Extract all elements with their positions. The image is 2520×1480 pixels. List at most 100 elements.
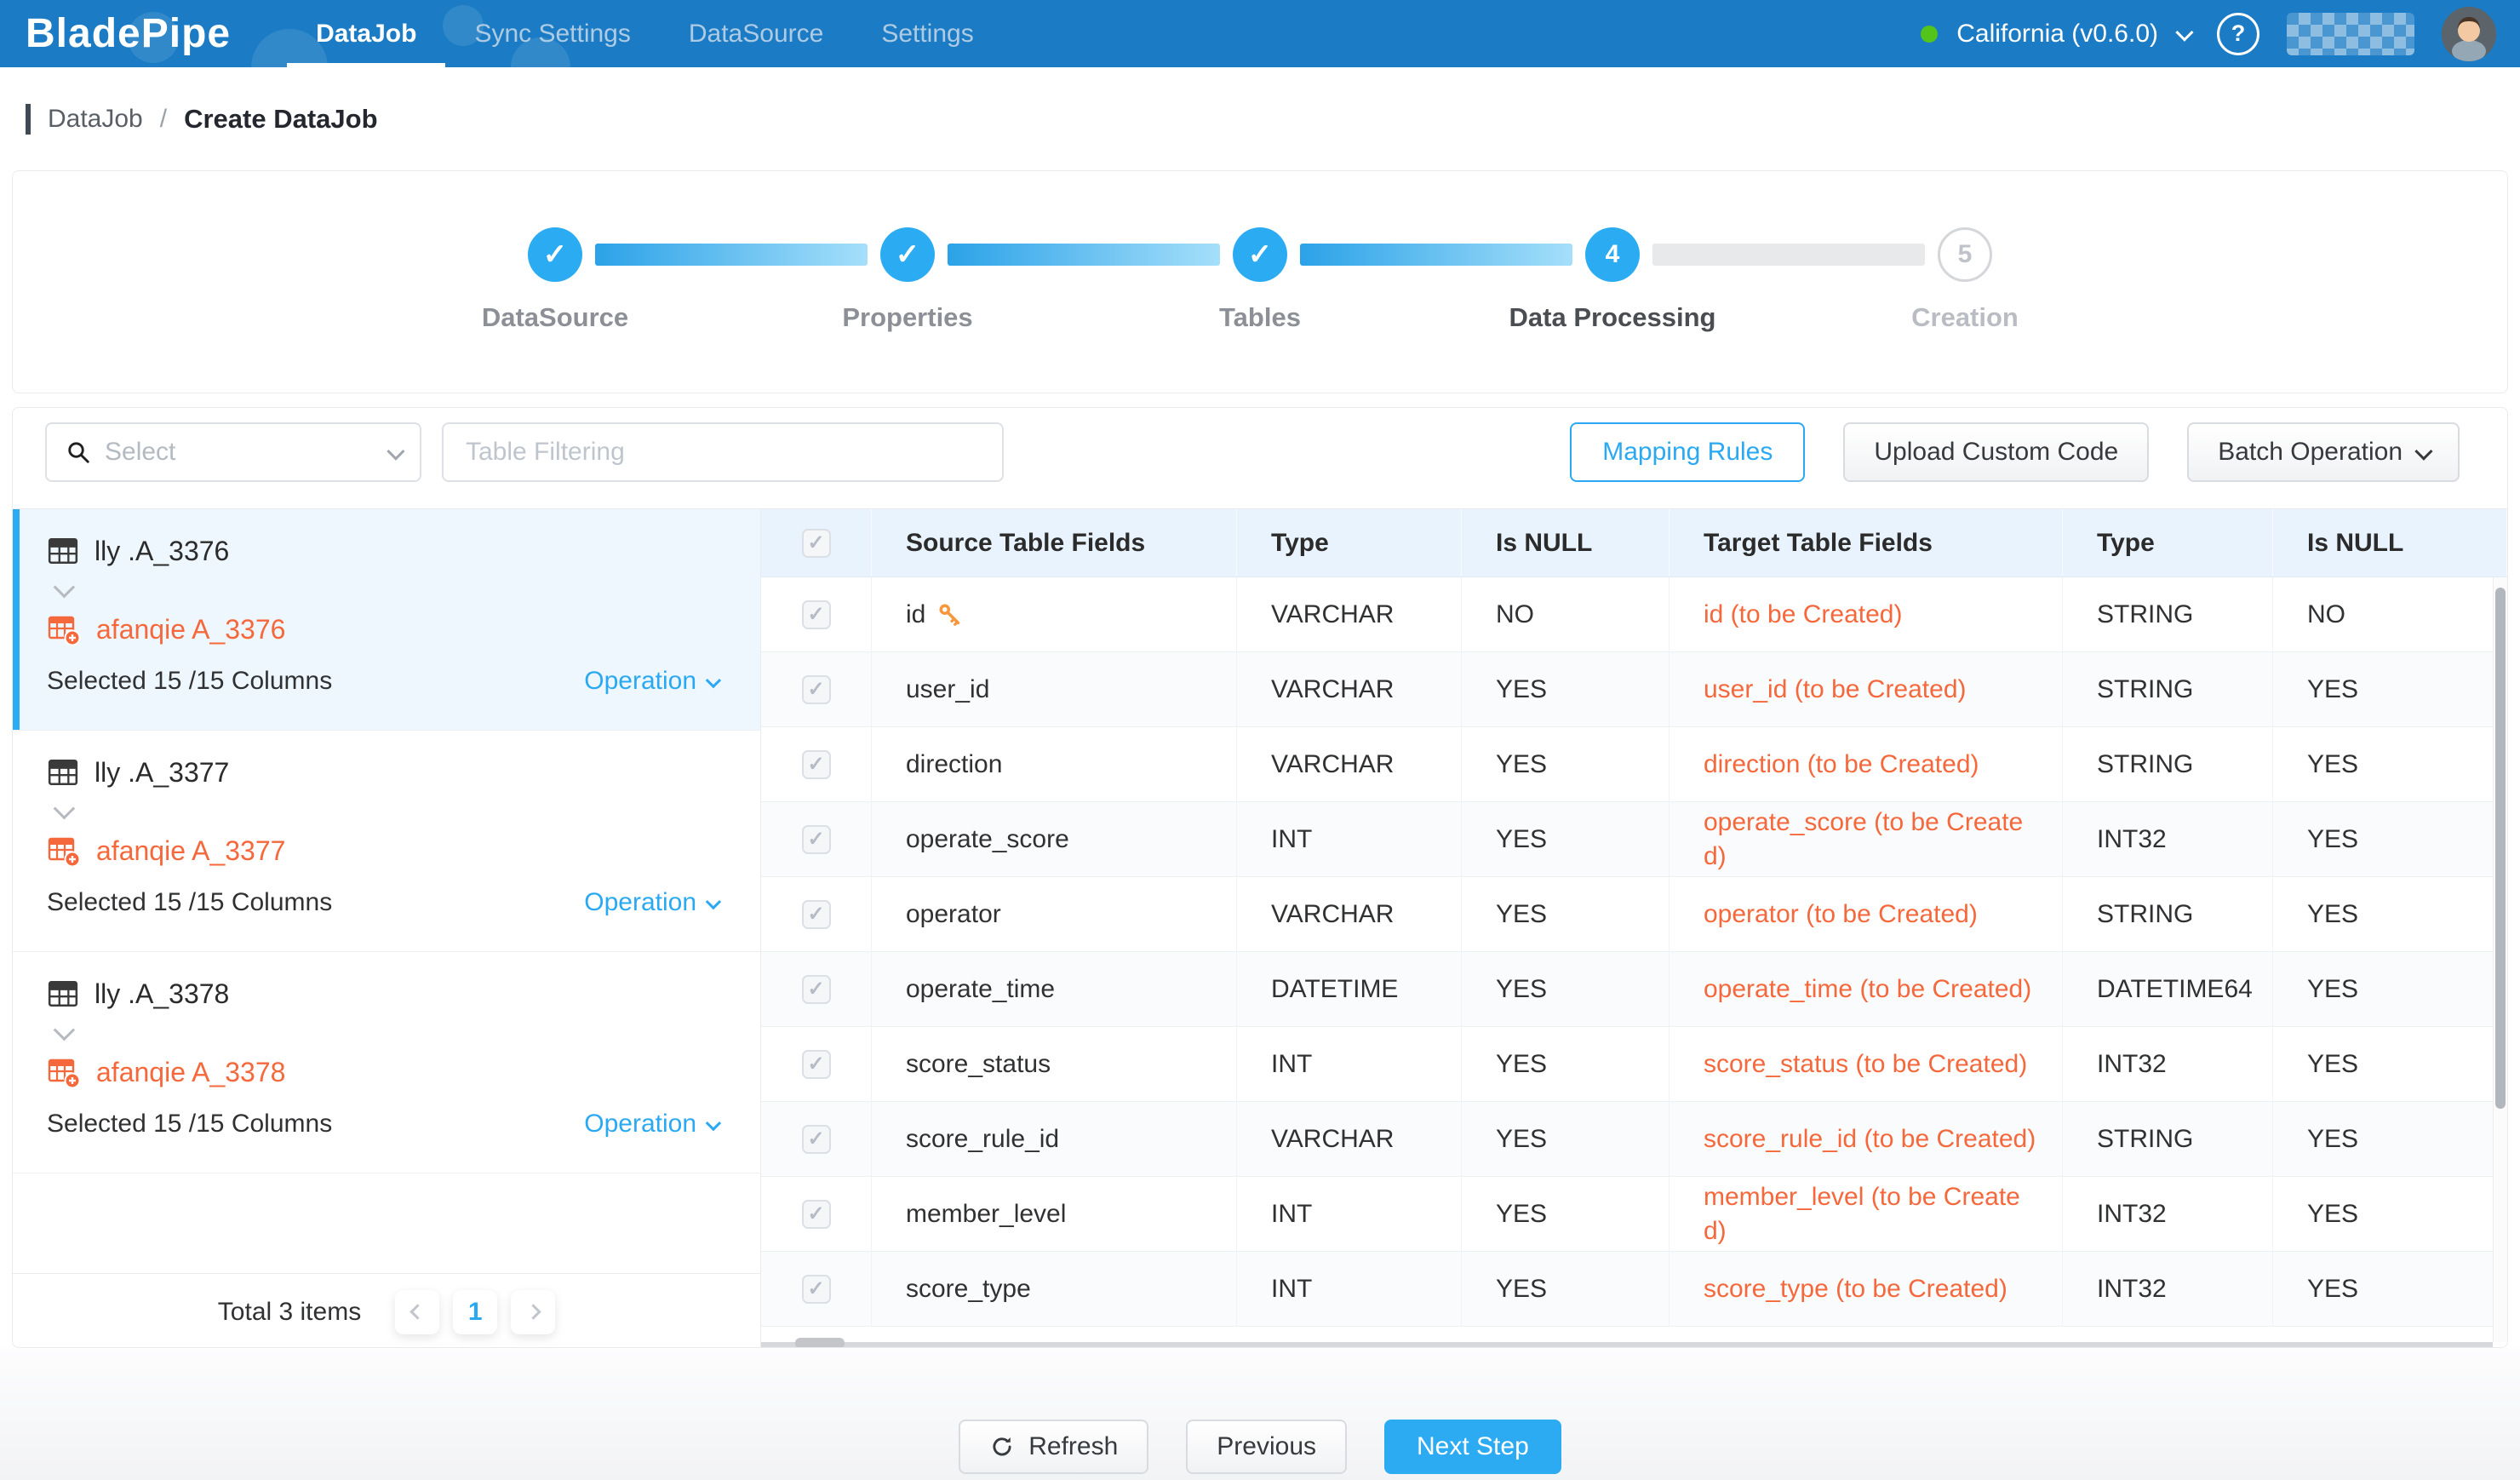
source-table-name: lly .A_3377 <box>94 757 229 789</box>
target-field-cell: score_rule_id (to be Created) <box>1670 1102 2063 1176</box>
target-field-cell: member_level (to be Created) <box>1670 1177 2063 1251</box>
refresh-icon <box>989 1434 1015 1460</box>
refresh-button[interactable]: Refresh <box>959 1420 1148 1474</box>
header-checkbox[interactable] <box>802 529 831 558</box>
source-isnull-cell: YES <box>1462 1252 1670 1326</box>
horizontal-scrollbar <box>761 1342 2493 1348</box>
upload-custom-code-button[interactable]: Upload Custom Code <box>1843 422 2149 482</box>
field-row: operator VARCHAR YES operator (to be Cre… <box>761 877 2507 952</box>
vertical-scrollbar-thumb[interactable] <box>2495 588 2506 1109</box>
nav-item-sync-settings[interactable]: Sync Settings <box>445 0 659 67</box>
source-isnull-cell: YES <box>1462 727 1670 801</box>
row-checkbox[interactable] <box>802 675 831 704</box>
primary-key-icon <box>937 602 963 628</box>
username-blurred[interactable] <box>2287 13 2414 55</box>
header-source-fields: Source Table Fields <box>872 509 1237 577</box>
source-field-name: direction <box>906 750 1002 779</box>
app-logo[interactable]: BladePipe <box>26 10 231 57</box>
target-isnull-cell: YES <box>2273 877 2507 951</box>
operation-dropdown[interactable]: Operation <box>584 1110 718 1139</box>
row-checkbox-cell <box>761 1102 872 1176</box>
nav-item-datajob[interactable]: DataJob <box>287 0 445 67</box>
field-row: score_type INT YES score_type (to be Cre… <box>761 1252 2507 1327</box>
region-label: California (v0.6.0) <box>1956 20 2158 49</box>
next-step-button[interactable]: Next Step <box>1384 1420 1561 1474</box>
page-number-button[interactable]: 1 <box>453 1290 497 1334</box>
batch-operation-button[interactable]: Batch Operation <box>2187 422 2460 482</box>
source-field-cell: operate_time <box>872 952 1237 1026</box>
row-checkbox[interactable] <box>802 900 831 929</box>
vertical-scrollbar <box>2493 577 2507 1342</box>
table-list-item[interactable]: lly .A_3376 afanqie A_3376 Selected 15 /… <box>13 509 760 731</box>
breadcrumb-parent[interactable]: DataJob <box>48 105 143 134</box>
source-field-cell: user_id <box>872 652 1237 726</box>
source-table-name: lly .A_3378 <box>94 978 229 1010</box>
target-table-name: afanqie A_3378 <box>96 1057 285 1088</box>
source-isnull-cell: YES <box>1462 1102 1670 1176</box>
field-row: score_rule_id VARCHAR YES score_rule_id … <box>761 1102 2507 1177</box>
fields-table: Source Table Fields Type Is NULL Target … <box>761 509 2507 1348</box>
next-page-button[interactable] <box>511 1290 555 1334</box>
table-filter-input[interactable] <box>442 422 1004 482</box>
row-checkbox[interactable] <box>802 825 831 854</box>
top-nav: BladePipe DataJob Sync Settings DataSour… <box>0 0 2520 67</box>
target-type-cell: STRING <box>2063 1102 2273 1176</box>
target-isnull-cell: NO <box>2273 577 2507 651</box>
source-isnull-cell: YES <box>1462 877 1670 951</box>
stepper-card: ✓DataSource✓Properties✓Tables4Data Proce… <box>12 170 2508 393</box>
expand-toggle[interactable] <box>55 581 735 600</box>
chevron-down-icon <box>706 1115 721 1130</box>
step-indicator: ✓ <box>1233 227 1287 282</box>
nav-item-settings[interactable]: Settings <box>852 0 1002 67</box>
step-properties: ✓Properties <box>880 227 935 282</box>
toolbar: Select Mapping Rules Upload Custom Code … <box>13 408 2507 482</box>
table-list-item[interactable]: lly .A_3378 afanqie A_3378 Selected 15 /… <box>13 952 760 1173</box>
row-checkbox-cell <box>761 877 872 951</box>
source-isnull-cell: YES <box>1462 952 1670 1026</box>
row-checkbox[interactable] <box>802 750 831 779</box>
row-checkbox[interactable] <box>802 600 831 629</box>
operation-dropdown[interactable]: Operation <box>584 667 718 696</box>
select-dropdown[interactable]: Select <box>45 422 421 482</box>
source-table-icon <box>47 978 79 1010</box>
target-isnull-cell: YES <box>2273 652 2507 726</box>
mapping-rules-button[interactable]: Mapping Rules <box>1570 422 1805 482</box>
nav-right: California (v0.6.0) ? <box>1921 7 2520 61</box>
operation-label: Operation <box>584 1110 696 1139</box>
previous-button[interactable]: Previous <box>1186 1420 1347 1474</box>
expand-toggle[interactable] <box>55 1024 735 1043</box>
breadcrumb: DataJob / Create DataJob <box>0 67 2520 170</box>
prev-page-button[interactable] <box>395 1290 439 1334</box>
operation-label: Operation <box>584 888 696 917</box>
row-checkbox[interactable] <box>802 1275 831 1304</box>
table-list: lly .A_3376 afanqie A_3376 Selected 15 /… <box>13 509 760 1173</box>
chevron-down-icon <box>706 672 721 687</box>
horizontal-scrollbar-thumb[interactable] <box>795 1338 845 1348</box>
source-field-cell: operator <box>872 877 1237 951</box>
source-field-cell: direction <box>872 727 1237 801</box>
row-checkbox-cell <box>761 1252 872 1326</box>
avatar[interactable] <box>2442 7 2496 61</box>
expand-toggle[interactable] <box>55 802 735 822</box>
row-checkbox[interactable] <box>802 1125 831 1154</box>
select-placeholder: Select <box>105 438 175 467</box>
table-list-item[interactable]: lly .A_3377 afanqie A_3377 Selected 15 /… <box>13 731 760 952</box>
step-label: Properties <box>842 302 972 333</box>
row-checkbox-cell <box>761 1177 872 1251</box>
row-checkbox[interactable] <box>802 975 831 1004</box>
bottom-action-bar: Refresh Previous Next Step <box>0 1348 2520 1480</box>
source-type-cell: VARCHAR <box>1237 652 1462 726</box>
row-checkbox[interactable] <box>802 1050 831 1079</box>
step-connector <box>1300 244 1572 266</box>
source-type-cell: VARCHAR <box>1237 877 1462 951</box>
help-icon[interactable]: ? <box>2217 13 2259 55</box>
region-selector[interactable]: California (v0.6.0) <box>1921 20 2190 49</box>
source-field-cell: id <box>872 577 1237 651</box>
chevron-down-icon <box>2175 23 2193 41</box>
row-checkbox[interactable] <box>802 1200 831 1229</box>
target-type-cell: STRING <box>2063 877 2273 951</box>
operation-dropdown[interactable]: Operation <box>584 888 718 917</box>
nav-item-datasource[interactable]: DataSource <box>660 0 852 67</box>
nav-item-label: Settings <box>881 20 973 49</box>
source-type-cell: VARCHAR <box>1237 1102 1462 1176</box>
